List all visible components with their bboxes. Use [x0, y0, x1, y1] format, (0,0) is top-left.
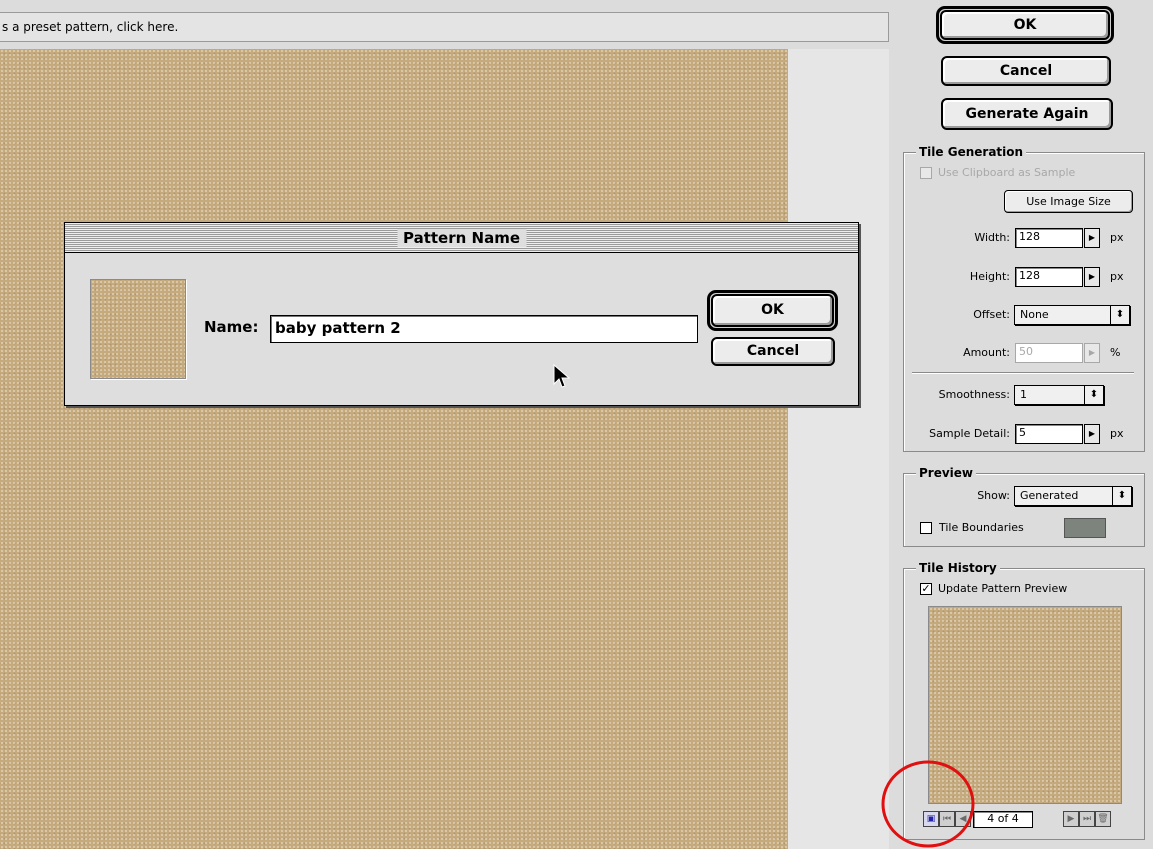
last-tile-button[interactable]: ⏭ [1079, 811, 1095, 827]
preview-title: Preview [916, 466, 977, 480]
smoothness-popup[interactable]: 1 ⬍ [1014, 385, 1104, 405]
delete-tile-button[interactable]: 🗑 [1095, 811, 1111, 827]
sample-detail-label: Sample Detail: [929, 427, 1010, 440]
sample-detail-arrow-button[interactable]: ▶ [1084, 424, 1100, 444]
next-tile-icon: ▶ [1067, 814, 1075, 824]
dialog-title: Pattern Name [396, 229, 527, 247]
checkmark-icon: ✓ [921, 582, 931, 595]
tile-history-title: Tile History [916, 561, 1000, 575]
height-label: Height: [969, 270, 1010, 283]
trash-icon: 🗑 [1097, 814, 1109, 824]
width-field[interactable]: 128 [1015, 228, 1083, 248]
use-clipboard-label: Use Clipboard as Sample [938, 166, 1076, 179]
sample-detail-field[interactable]: 5 [1015, 424, 1083, 444]
arrow-cursor-icon [553, 364, 571, 388]
width-label: Width: [974, 231, 1010, 244]
highlight-circle [881, 760, 975, 848]
dialog-title-bar[interactable]: Pattern Name [65, 223, 858, 253]
amount-field[interactable]: 50 [1015, 343, 1083, 363]
width-arrow-button[interactable]: ▶ [1084, 228, 1100, 248]
smoothness-value: 1 [1020, 388, 1027, 401]
cancel-button[interactable]: Cancel [941, 56, 1111, 86]
show-popup[interactable]: Generated ⬍ [1014, 486, 1132, 506]
use-image-size-button[interactable]: Use Image Size [1004, 190, 1133, 213]
generate-again-button[interactable]: Generate Again [941, 98, 1113, 130]
dialog-ok-button[interactable]: OK [711, 294, 834, 327]
width-unit: px [1110, 231, 1124, 244]
pattern-name-dialog: Pattern Name Name: baby pattern 2 OK Can… [64, 222, 859, 406]
divider [912, 372, 1134, 373]
offset-popup[interactable]: None ⬍ [1014, 305, 1130, 325]
amount-label: Amount: [963, 346, 1010, 359]
height-field[interactable]: 128 [1015, 267, 1083, 287]
offset-label: Offset: [973, 308, 1010, 321]
amount-unit: % [1110, 346, 1121, 359]
pattern-preview-canvas [0, 49, 788, 849]
show-label: Show: [977, 489, 1010, 502]
update-pattern-preview-checkbox[interactable]: ✓ [920, 583, 932, 595]
updown-arrows-icon: ⬍ [1112, 487, 1131, 505]
offset-value: None [1020, 308, 1049, 321]
dialog-cancel-button[interactable]: Cancel [711, 337, 835, 366]
pattern-name-input[interactable]: baby pattern 2 [270, 315, 698, 343]
updown-arrows-icon: ⬍ [1084, 386, 1103, 404]
tile-boundaries-color-swatch[interactable] [1064, 518, 1106, 538]
tile-counter: 4 of 4 [973, 811, 1033, 828]
canvas-margin [788, 49, 889, 849]
ok-button[interactable]: OK [940, 10, 1110, 40]
updown-arrows-icon: ⬍ [1110, 306, 1129, 324]
amount-arrow-button[interactable]: ▶ [1084, 343, 1100, 363]
tile-boundaries-checkbox[interactable] [920, 522, 932, 534]
update-pattern-preview-label: Update Pattern Preview [938, 582, 1068, 595]
preset-hint-bar: s a preset pattern, click here. [0, 12, 889, 42]
use-clipboard-checkbox[interactable] [920, 167, 932, 179]
show-value: Generated [1020, 489, 1079, 502]
preset-hint-text: s a preset pattern, click here. [2, 20, 179, 34]
name-label: Name: [204, 318, 259, 336]
smoothness-label: Smoothness: [938, 388, 1010, 401]
sample-detail-unit: px [1110, 427, 1124, 440]
tile-boundaries-label: Tile Boundaries [939, 521, 1024, 534]
next-tile-button[interactable]: ▶ [1063, 811, 1079, 827]
height-unit: px [1110, 270, 1124, 283]
last-tile-icon: ⏭ [1082, 814, 1092, 824]
pattern-swatch-preview [90, 279, 186, 379]
height-arrow-button[interactable]: ▶ [1084, 267, 1100, 287]
tile-generation-title: Tile Generation [916, 145, 1027, 159]
